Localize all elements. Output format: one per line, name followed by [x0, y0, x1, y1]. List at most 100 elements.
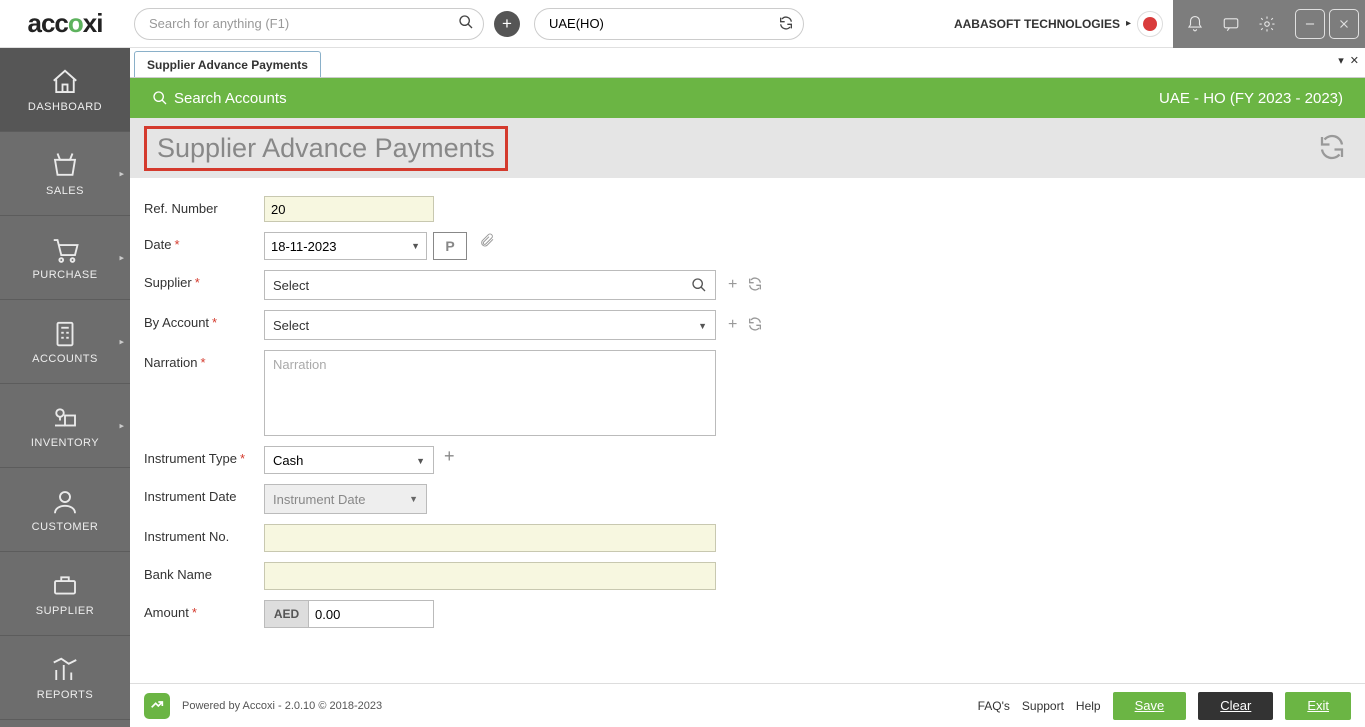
instrument-date-placeholder: Instrument Date — [273, 492, 366, 507]
main-layout: DASHBOARD SALES ▸ PURCHASE ▸ ACCOUNTS ▸ … — [0, 48, 1365, 727]
ref-number-input[interactable] — [264, 196, 434, 222]
clear-button[interactable]: Clear — [1198, 692, 1273, 720]
refresh-icon[interactable] — [1317, 132, 1347, 167]
fiscal-year-label: UAE - HO (FY 2023 - 2023) — [1159, 90, 1343, 107]
global-search-input[interactable] — [134, 8, 484, 40]
exit-button[interactable]: Exit — [1285, 692, 1351, 720]
quick-add-button[interactable]: + — [494, 11, 520, 37]
search-accounts-button[interactable]: Search Accounts — [152, 90, 287, 107]
footer: Powered by Accoxi - 2.0.10 © 2018-2023 F… — [130, 683, 1365, 727]
sidebar-item-supplier[interactable]: SUPPLIER — [0, 552, 130, 636]
add-instrument-icon[interactable]: + — [444, 446, 455, 467]
search-icon[interactable] — [458, 14, 474, 34]
refresh-supplier-icon[interactable] — [747, 276, 763, 297]
supplier-label: Supplier* — [144, 270, 264, 290]
support-link[interactable]: Support — [1022, 699, 1064, 713]
amount-input[interactable] — [308, 600, 434, 628]
currency-badge: AED — [264, 600, 308, 628]
company-name[interactable]: AABASOFT TECHNOLOGIES — [954, 17, 1120, 31]
status-indicator[interactable] — [1137, 11, 1163, 37]
save-button[interactable]: Save — [1113, 692, 1187, 720]
sidebar-item-inventory[interactable]: INVENTORY ▸ — [0, 384, 130, 468]
sidebar-item-label: ACCOUNTS — [32, 353, 98, 365]
narration-label: Narration* — [144, 350, 264, 370]
instrument-no-label: Instrument No. — [144, 524, 264, 544]
chevron-down-icon: ▼ — [416, 456, 425, 466]
page-title: Supplier Advance Payments — [157, 133, 495, 164]
chevron-down-icon: ▼ — [411, 241, 420, 251]
window-controls — [1289, 0, 1365, 48]
instrument-date-label: Instrument Date — [144, 484, 264, 504]
bank-name-label: Bank Name — [144, 562, 264, 582]
by-account-label: By Account* — [144, 310, 264, 330]
action-bar: Search Accounts UAE - HO (FY 2023 - 2023… — [130, 78, 1365, 118]
instrument-type-label: Instrument Type* — [144, 446, 264, 466]
search-icon — [691, 277, 707, 296]
by-account-select[interactable]: Select ▼ — [264, 310, 716, 340]
date-picker[interactable]: 18-11-2023 ▼ — [264, 232, 427, 260]
attachment-icon[interactable] — [479, 232, 495, 253]
sidebar-item-label: SUPPLIER — [36, 605, 94, 617]
app-logo: accoxi — [0, 0, 130, 48]
faqs-link[interactable]: FAQ's — [978, 699, 1010, 713]
add-supplier-icon[interactable]: + — [728, 276, 737, 297]
sidebar-item-label: CUSTOMER — [32, 521, 99, 533]
sidebar-item-accounts[interactable]: ACCOUNTS ▸ — [0, 300, 130, 384]
narration-input[interactable] — [264, 350, 716, 436]
tab-supplier-advance[interactable]: Supplier Advance Payments — [134, 51, 321, 77]
sidebar-item-sales[interactable]: SALES ▸ — [0, 132, 130, 216]
tab-menu-icon[interactable]: ▾ — [1338, 54, 1344, 67]
location-wrap — [534, 8, 804, 40]
help-link[interactable]: Help — [1076, 699, 1101, 713]
top-icon-tray — [1173, 0, 1289, 48]
supplier-select[interactable]: Select — [264, 270, 716, 300]
sidebar-item-label: REPORTS — [37, 689, 93, 701]
company-dropdown-arrow[interactable]: ▸ — [1126, 18, 1131, 29]
location-select[interactable] — [534, 8, 804, 40]
by-account-placeholder: Select — [273, 318, 309, 333]
sidebar-item-purchase[interactable]: PURCHASE ▸ — [0, 216, 130, 300]
sidebar-item-label: INVENTORY — [31, 437, 99, 449]
instrument-type-value: Cash — [273, 453, 303, 468]
content-area: Supplier Advance Payments ▾ ✕ Search Acc… — [130, 48, 1365, 727]
chevron-right-icon: ▸ — [119, 168, 124, 179]
search-accounts-label: Search Accounts — [174, 90, 287, 107]
chevron-right-icon: ▸ — [119, 336, 124, 347]
date-label: Date* — [144, 232, 264, 252]
chat-icon[interactable] — [1213, 6, 1249, 42]
minimize-button[interactable] — [1295, 9, 1325, 39]
footer-logo-icon — [144, 693, 170, 719]
sync-icon[interactable] — [778, 15, 794, 34]
sidebar-item-dashboard[interactable]: DASHBOARD — [0, 48, 130, 132]
sidebar-item-reports[interactable]: REPORTS — [0, 636, 130, 720]
global-search-wrap — [134, 8, 484, 40]
instrument-date-picker[interactable]: Instrument Date ▼ — [264, 484, 427, 514]
top-bar: accoxi + AABASOFT TECHNOLOGIES ▸ — [0, 0, 1365, 48]
powered-by-text: Powered by Accoxi - 2.0.10 © 2018-2023 — [182, 700, 382, 712]
p-button[interactable]: P — [433, 232, 467, 260]
tab-close-icon[interactable]: ✕ — [1350, 54, 1359, 67]
sidebar-item-customer[interactable]: CUSTOMER — [0, 468, 130, 552]
refresh-account-icon[interactable] — [747, 316, 763, 337]
sidebar-item-label: PURCHASE — [32, 269, 97, 281]
chevron-down-icon: ▼ — [698, 321, 707, 331]
page-title-highlight: Supplier Advance Payments — [144, 126, 508, 171]
instrument-type-select[interactable]: Cash ▼ — [264, 446, 434, 474]
chevron-right-icon: ▸ — [119, 420, 124, 431]
instrument-no-input[interactable] — [264, 524, 716, 552]
sidebar-item-label: DASHBOARD — [28, 101, 102, 113]
sidebar-item-label: SALES — [46, 185, 84, 197]
close-button[interactable] — [1329, 9, 1359, 39]
supplier-placeholder: Select — [273, 278, 309, 293]
tab-strip: Supplier Advance Payments ▾ ✕ — [130, 48, 1365, 78]
page-title-strip: Supplier Advance Payments — [130, 118, 1365, 178]
form-area: Ref. Number Date* 18-11-2023 ▼ P Supplie… — [130, 178, 1365, 683]
gear-icon[interactable] — [1249, 6, 1285, 42]
amount-label: Amount* — [144, 600, 264, 620]
sidebar: DASHBOARD SALES ▸ PURCHASE ▸ ACCOUNTS ▸ … — [0, 48, 130, 727]
add-account-icon[interactable]: + — [728, 316, 737, 337]
chevron-right-icon: ▸ — [119, 252, 124, 263]
date-value: 18-11-2023 — [271, 239, 337, 254]
bell-icon[interactable] — [1177, 6, 1213, 42]
bank-name-input[interactable] — [264, 562, 716, 590]
